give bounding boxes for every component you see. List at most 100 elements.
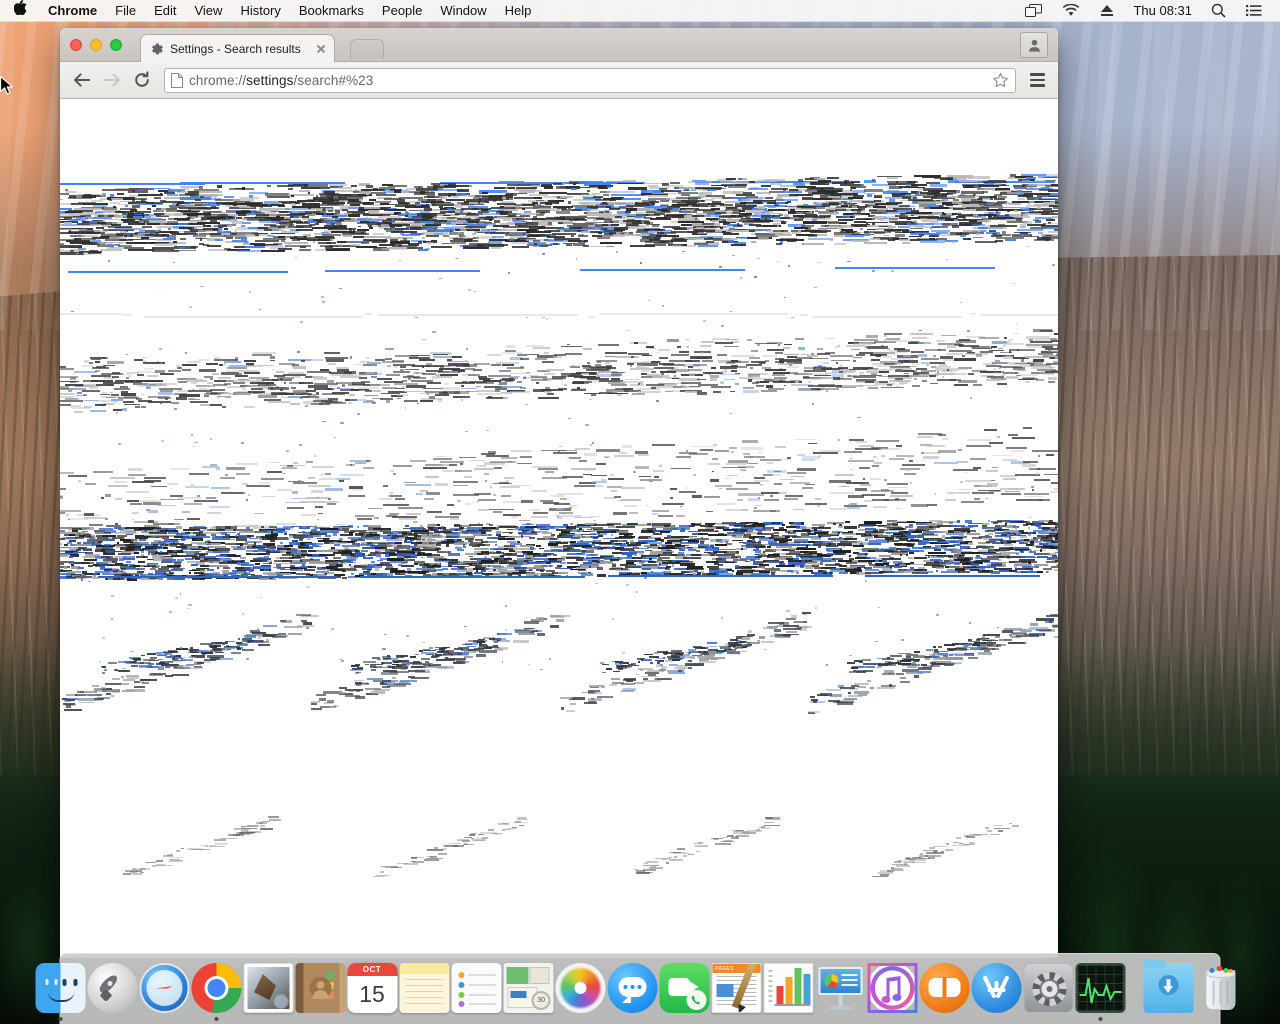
render-artifact	[986, 379, 1001, 382]
render-artifact	[724, 184, 728, 188]
apple-menu-icon[interactable]	[0, 0, 39, 22]
render-artifact	[798, 347, 805, 350]
render-artifact	[316, 518, 320, 521]
render-artifact	[227, 224, 232, 227]
render-artifact	[240, 224, 245, 227]
star-icon[interactable]	[991, 71, 1009, 89]
render-artifact	[767, 546, 772, 549]
render-artifact	[132, 512, 140, 515]
render-artifact	[94, 369, 101, 373]
render-artifact	[636, 367, 649, 369]
render-artifact	[967, 372, 974, 376]
render-artifact	[481, 534, 486, 537]
render-artifact	[617, 182, 645, 185]
eject-icon[interactable]	[1090, 4, 1124, 17]
render-artifact	[224, 361, 242, 364]
menu-item-file[interactable]: File	[106, 0, 145, 22]
address-bar[interactable]: chrome://settings/search#%23	[164, 67, 1016, 93]
window-zoom-button[interactable]	[110, 39, 122, 51]
render-artifact	[716, 353, 728, 357]
render-artifact	[611, 384, 628, 387]
render-artifact	[1016, 229, 1044, 231]
render-artifact	[436, 543, 441, 546]
screen-mirroring-icon[interactable]	[1015, 4, 1052, 17]
wifi-icon[interactable]	[1052, 4, 1090, 17]
menu-item-view[interactable]: View	[185, 0, 231, 22]
render-artifact	[457, 232, 461, 235]
render-artifact	[822, 530, 830, 533]
render-artifact	[860, 483, 871, 486]
reload-icon[interactable]	[128, 66, 156, 94]
render-artifact	[339, 480, 344, 482]
render-artifact	[505, 345, 515, 348]
window-close-button[interactable]	[70, 39, 82, 51]
render-artifact	[991, 362, 1009, 364]
render-artifact	[772, 373, 786, 377]
render-artifact	[220, 491, 246, 494]
render-artifact	[82, 389, 100, 392]
notification-center-icon[interactable]	[1236, 4, 1272, 17]
forward-arrow-icon[interactable]	[98, 66, 126, 94]
render-artifact	[96, 365, 107, 368]
person-avatar-icon[interactable]	[1020, 32, 1048, 58]
back-arrow-icon[interactable]	[68, 66, 96, 94]
menu-bar-clock[interactable]: Thu 08:31	[1124, 3, 1201, 18]
menu-item-help[interactable]: Help	[496, 0, 541, 22]
render-artifact	[875, 383, 896, 385]
tab-settings-search-results[interactable]: Settings - Search results	[140, 34, 335, 62]
render-artifact	[333, 544, 341, 546]
render-artifact	[853, 343, 872, 346]
render-artifact	[1038, 498, 1051, 501]
render-artifact	[509, 484, 530, 487]
menu-bar-left: Chrome File Edit View History Bookmarks …	[0, 0, 540, 22]
render-artifact	[452, 484, 468, 487]
render-artifact	[584, 469, 594, 472]
menu-item-history[interactable]: History	[231, 0, 289, 22]
render-artifact	[945, 353, 963, 356]
render-artifact	[759, 545, 767, 549]
render-artifact	[397, 394, 408, 397]
menu-item-chrome[interactable]: Chrome	[39, 0, 106, 22]
render-artifact	[861, 184, 864, 187]
render-artifact	[198, 369, 217, 372]
render-artifact	[246, 485, 270, 487]
render-artifact	[903, 355, 911, 358]
render-artifact	[210, 206, 217, 209]
render-artifact	[565, 353, 582, 356]
settings-page-content[interactable]	[60, 99, 1058, 957]
render-artifact	[872, 456, 878, 458]
render-artifact	[105, 494, 111, 497]
render-artifact	[583, 348, 593, 351]
window-minimize-button[interactable]	[90, 39, 102, 51]
render-artifact	[449, 464, 458, 466]
render-artifact	[658, 356, 669, 359]
menu-item-people[interactable]: People	[373, 0, 431, 22]
render-artifact	[614, 228, 625, 231]
render-artifact	[972, 383, 983, 387]
menu-item-edit[interactable]: Edit	[145, 0, 185, 22]
render-artifact	[778, 491, 788, 494]
render-artifact	[660, 530, 670, 533]
render-artifact	[577, 552, 581, 555]
menu-item-window[interactable]: Window	[431, 0, 495, 22]
spotlight-search-icon[interactable]	[1201, 3, 1236, 18]
render-artifact	[746, 339, 752, 342]
new-tab-button[interactable]	[350, 39, 384, 59]
render-artifact	[685, 486, 689, 489]
menu-item-bookmarks[interactable]: Bookmarks	[290, 0, 373, 22]
render-artifact	[60, 400, 84, 402]
render-artifact	[517, 353, 528, 356]
render-artifact	[265, 244, 283, 247]
render-artifact	[1008, 434, 1018, 437]
render-artifact	[393, 366, 398, 368]
render-artifact	[308, 202, 316, 206]
render-artifact	[972, 236, 984, 239]
render-artifact	[363, 467, 374, 469]
hamburger-menu-icon[interactable]	[1024, 67, 1050, 93]
render-artifact	[678, 490, 697, 493]
render-artifact	[960, 234, 967, 238]
render-artifact	[878, 371, 890, 374]
render-artifact	[1053, 206, 1058, 210]
render-artifact	[368, 553, 376, 556]
close-icon[interactable]	[314, 42, 328, 56]
